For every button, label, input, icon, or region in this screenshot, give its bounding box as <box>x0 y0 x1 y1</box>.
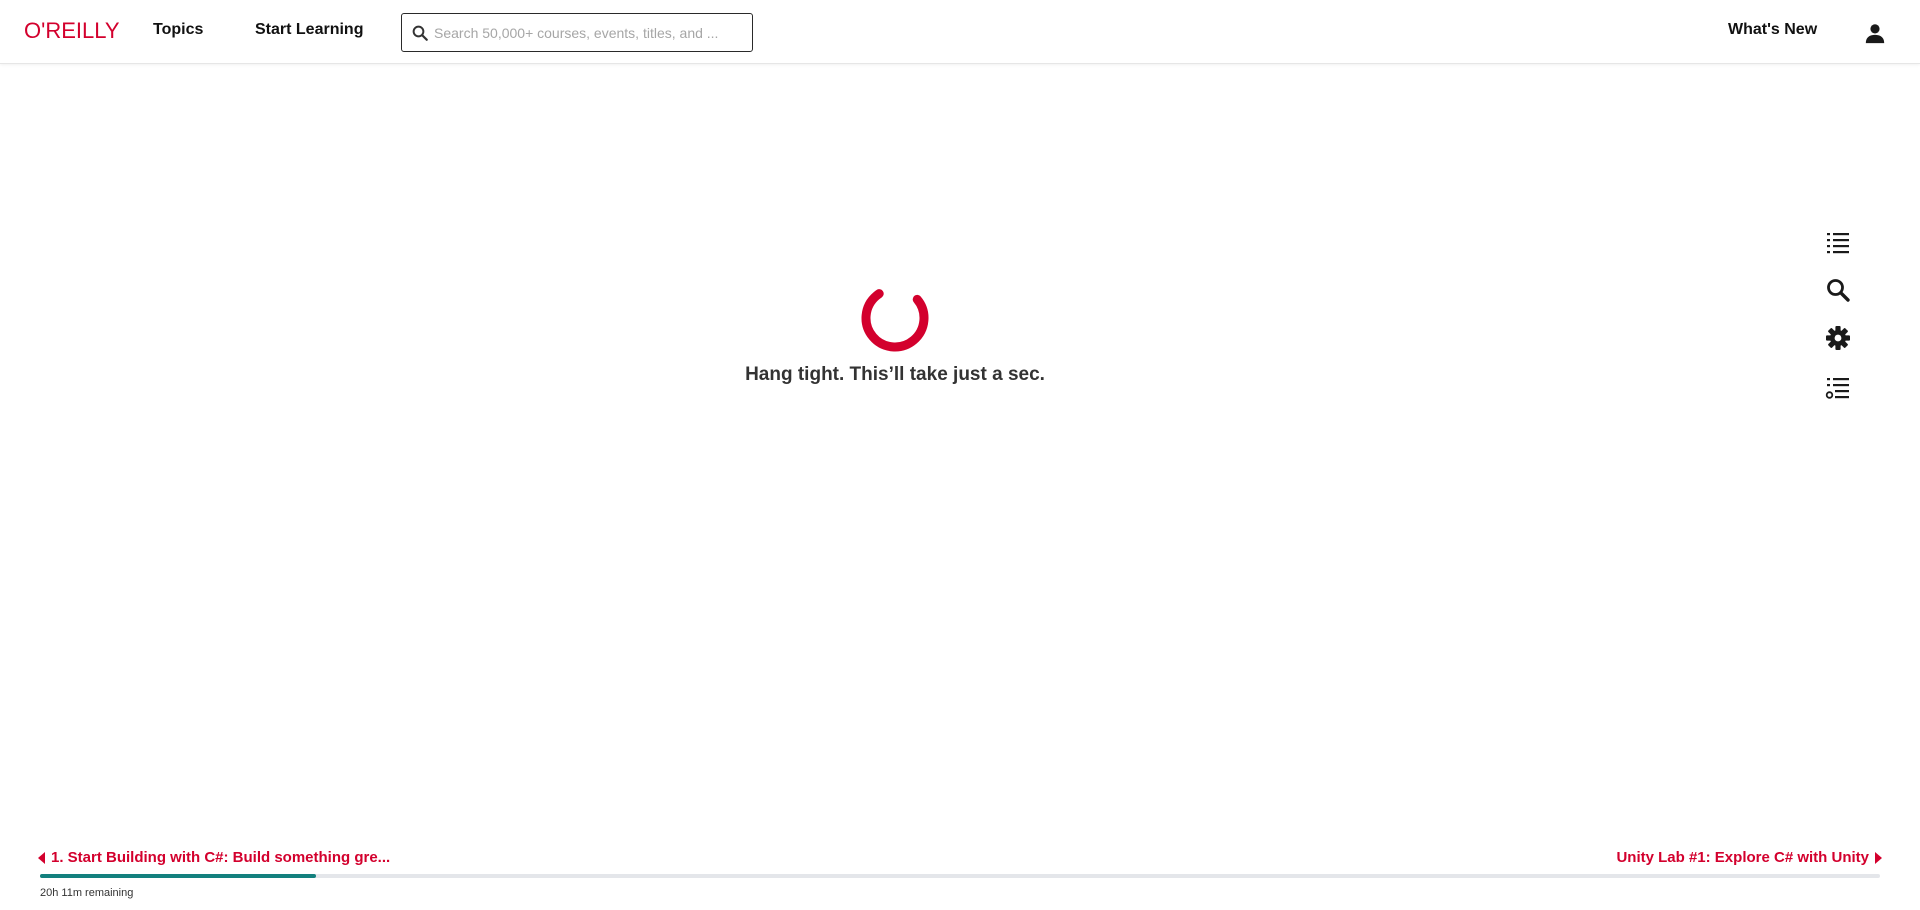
loading-spinner <box>861 284 929 352</box>
next-chapter-label: Unity Lab #1: Explore C# with Unity <box>1616 849 1869 866</box>
reading-progress-fill <box>40 874 316 878</box>
search-icon[interactable] <box>1825 277 1851 303</box>
oreilly-logo[interactable]: O'REILLY <box>24 18 120 44</box>
start-learning-menu[interactable]: Start Learning <box>255 21 363 39</box>
topics-menu[interactable]: Topics <box>153 21 203 39</box>
caret-left-icon <box>38 851 45 864</box>
top-navigation-bar: O'REILLY Topics Start Learning What's Ne… <box>0 0 1920 64</box>
search-icon <box>412 25 428 41</box>
next-chapter-link[interactable]: Unity Lab #1: Explore C# with Unity <box>1616 849 1882 866</box>
time-remaining: 20h 11m remaining <box>40 887 134 899</box>
previous-chapter-label: 1. Start Building with C#: Build somethi… <box>51 849 391 866</box>
loading-message: Hang tight. This’ll take just a sec. <box>745 364 1045 385</box>
gear-icon[interactable] <box>1825 325 1851 351</box>
reading-progress-bar <box>40 874 1880 878</box>
search-box[interactable] <box>401 13 753 52</box>
whats-new-link[interactable]: What's New <box>1728 21 1817 39</box>
user-icon[interactable] <box>1864 22 1886 44</box>
playlist-icon[interactable] <box>1825 374 1851 400</box>
caret-right-icon <box>1875 851 1882 864</box>
table-of-contents-icon[interactable] <box>1825 229 1851 255</box>
previous-chapter-link[interactable]: 1. Start Building with C#: Build somethi… <box>38 849 390 866</box>
search-input[interactable] <box>434 14 746 51</box>
